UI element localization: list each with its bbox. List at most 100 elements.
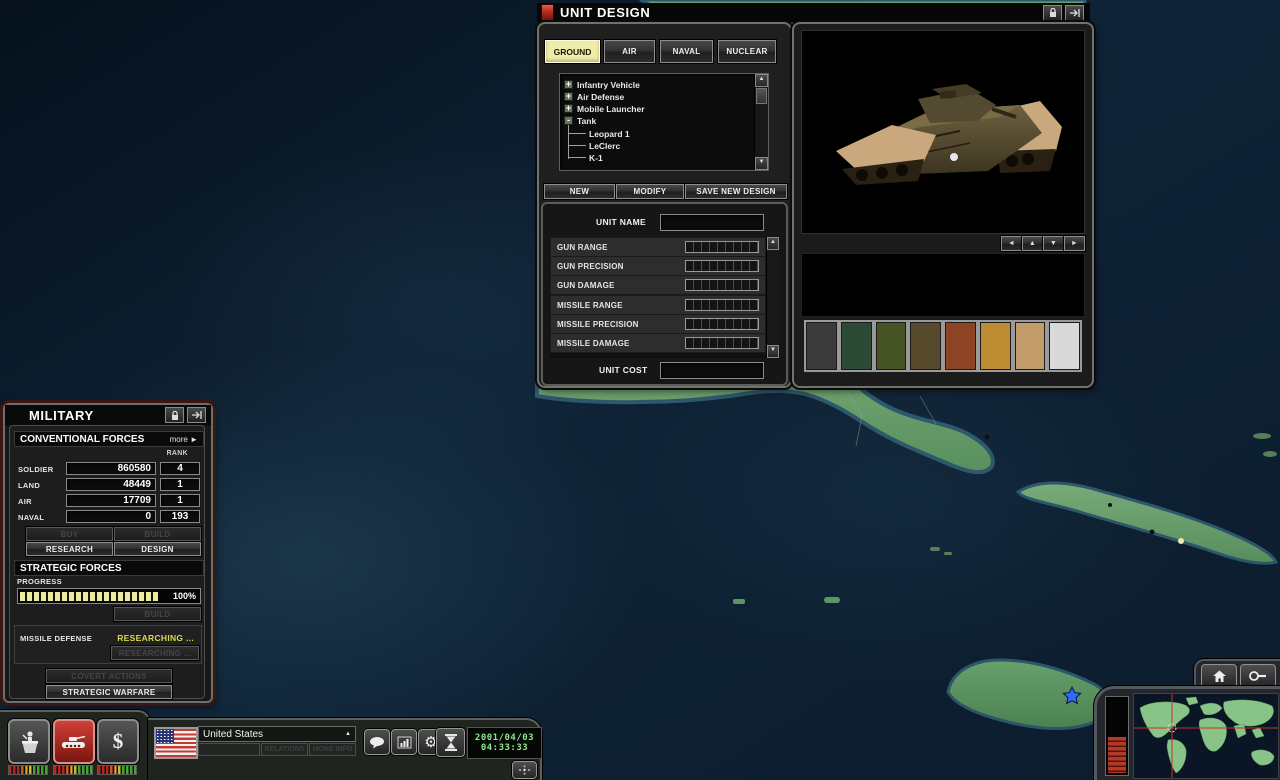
slider-label: MISSILE RANGE [557,301,685,310]
modify-button[interactable]: MODIFY [616,184,684,199]
scroll-thumb[interactable] [756,88,767,104]
chat-button[interactable] [364,729,390,755]
zoom-tool-button[interactable] [1240,664,1276,688]
researching-button[interactable]: RESEARCHING ... [111,646,199,660]
land-label: LAND [18,481,40,490]
unit-cost-label: UNIT COST [599,365,648,375]
pin-window-button[interactable] [1043,5,1062,21]
design-button[interactable]: DESIGN [114,542,201,556]
economy-button[interactable]: $ [97,719,139,764]
military-button[interactable] [53,719,95,764]
build-button[interactable]: BUILD [114,527,201,541]
camo-swatch-8[interactable] [1049,322,1080,370]
camo-swatch-1[interactable] [806,322,837,370]
expand-icon[interactable]: + [564,80,573,89]
military-titlebar[interactable]: MILITARY [5,405,211,425]
gun-precision-slider[interactable] [685,260,759,272]
scroll-up-button[interactable]: ▲ [767,237,779,250]
speech-bubble-icon [369,736,385,749]
camo-swatch-7[interactable] [1015,322,1046,370]
expand-icon[interactable]: + [564,104,573,113]
game-screen: UNIT DESIGN GROUND AIR [0,0,1280,780]
tree-item-leopard-1[interactable]: Leopard 1 [564,128,630,139]
bar-chart-icon [397,736,412,749]
country-selector: United States ▲ RELATIONS MORE INFO [198,726,356,757]
home-view-button[interactable] [1201,664,1237,688]
new-button[interactable]: NEW [544,184,615,199]
camo-swatch-6[interactable] [980,322,1011,370]
tree-item-mobile-launcher[interactable]: + Mobile Launcher [564,103,645,114]
window-flag-icon [541,4,554,21]
tree-item-air-defense[interactable]: + Air Defense [564,91,624,102]
save-new-design-button[interactable]: SAVE NEW DESIGN [685,184,787,199]
missile-range-slider[interactable] [685,299,759,311]
rotate-up-button[interactable]: ▲ [1022,236,1043,251]
camo-swatch-2[interactable] [841,322,872,370]
tab-nuclear[interactable]: NUCLEAR [718,40,776,63]
tank-icon [61,732,87,752]
magnifier-icon [1248,670,1268,682]
slider-row-missile-precision: MISSILE PRECISION [550,314,766,334]
more-link[interactable]: more ► [170,435,198,444]
camo-color-row [806,322,1080,372]
military-rating-bar [53,765,93,775]
rotate-down-button[interactable]: ▼ [1043,236,1064,251]
rotate-right-button[interactable]: ► [1064,236,1085,251]
unit-3d-viewport[interactable] [801,30,1085,234]
strategic-warfare-button[interactable]: STRATEGIC WARFARE [46,685,172,699]
scroll-down-button[interactable]: ▼ [755,157,768,170]
strategic-progress-bar: 100% [17,588,201,604]
more-info-button[interactable]: MORE INFO [309,743,356,756]
missile-precision-slider[interactable] [685,318,759,330]
scroll-up-button[interactable]: ▲ [755,74,768,87]
detach-window-button[interactable] [1065,5,1084,21]
strategic-build-button[interactable]: BUILD [114,607,201,621]
unit-category-tree: + Infantry Vehicle + Air Defense + Mobil… [559,73,769,171]
camo-swatch-5[interactable] [945,322,976,370]
sliders-scrollbar[interactable]: ▲ ▼ [766,237,779,358]
minimap-panel [1094,686,1280,780]
gun-range-slider[interactable] [685,241,759,253]
tab-air[interactable]: AIR [604,40,655,63]
slider-row-missile-damage: MISSILE DAMAGE [550,333,766,353]
tab-nuclear-label: NUCLEAR [726,47,767,56]
conventional-forces-header: CONVENTIONAL FORCES more ► [14,431,204,447]
tree-item-infantry-vehicle[interactable]: + Infantry Vehicle [564,79,640,90]
detach-window-button[interactable] [187,407,206,423]
buy-button[interactable]: BUY [26,527,113,541]
missile-damage-slider[interactable] [685,337,759,349]
rotate-left-button[interactable]: ◄ [1001,236,1022,251]
missile-defense-box: MISSILE DEFENSE RESEARCHING ... RESEARCH… [14,625,202,664]
time-speed-button[interactable] [436,728,465,757]
unit-name-label: UNIT NAME [596,217,646,227]
naval-rank: 193 [160,510,200,523]
tab-ground[interactable]: GROUND [545,40,600,63]
center-view-button[interactable] [512,761,537,779]
unit-name-input[interactable] [660,214,764,231]
expand-icon[interactable]: + [564,92,573,101]
research-button[interactable]: RESEARCH [26,542,113,556]
home-icon [1212,670,1227,683]
gun-damage-slider[interactable] [685,279,759,291]
tree-item-k1[interactable]: K-1 [564,152,603,163]
camo-swatch-3[interactable] [876,322,907,370]
relations-button[interactable]: RELATIONS [261,743,308,756]
covert-actions-button[interactable]: COVERT ACTIONS [46,669,172,683]
tree-item-leclerc[interactable]: LeClerc [564,140,620,151]
collapse-icon[interactable]: - [564,116,573,125]
statistics-button[interactable] [391,729,417,755]
tree-label: K-1 [589,153,603,163]
tree-scrollbar[interactable]: ▲ ▼ [754,74,768,170]
country-dropdown[interactable]: United States ▲ [198,726,356,742]
minimap[interactable] [1133,693,1279,779]
camo-swatch-4[interactable] [910,322,941,370]
slider-label: MISSILE DAMAGE [557,339,685,348]
scroll-down-button[interactable]: ▼ [767,345,779,358]
slider-row-gun-precision: GUN PRECISION [550,256,766,276]
politics-button[interactable] [8,719,50,764]
pin-window-button[interactable] [165,407,184,423]
tree-branch [569,133,586,134]
soldier-rank: 4 [160,462,200,475]
unit-design-titlebar[interactable]: UNIT DESIGN [537,3,1090,23]
tab-naval[interactable]: NAVAL [660,40,713,63]
